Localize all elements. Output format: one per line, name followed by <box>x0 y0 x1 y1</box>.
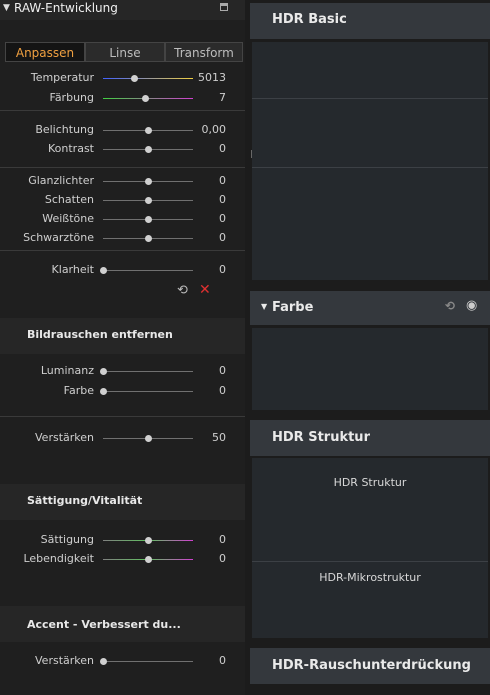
slider-value[interactable]: 50 <box>212 431 226 444</box>
slider-label: Verstärken <box>35 431 94 444</box>
slider-handle[interactable] <box>100 658 107 665</box>
mikrostruktur-subtitle: HDR-Mikrostruktur <box>319 571 421 584</box>
raw-panel-title: RAW-Entwicklung <box>14 1 118 15</box>
slider-value[interactable]: 0 <box>219 654 226 667</box>
farbe-title: Farbe <box>272 300 314 315</box>
hdr-rausch-title: HDR-Rauschunterdrückung <box>272 658 471 673</box>
hdr-basic-title: HDR Basic <box>272 12 347 27</box>
slider-label: Verstärken <box>35 654 94 667</box>
slider-handle[interactable] <box>145 435 152 442</box>
visibility-eye-icon[interactable]: ◉ <box>466 298 477 313</box>
pin-icon[interactable] <box>220 3 228 11</box>
collapse-arrow-icon[interactable]: ▼ <box>3 3 10 13</box>
slider-handle[interactable] <box>142 95 150 102</box>
farbe-header[interactable]: ▼ Farbe ⟲ ◉ <box>250 291 490 325</box>
delete-icon[interactable]: ✕ <box>199 282 211 298</box>
farbe-reset-icon[interactable]: ⟲ <box>445 299 455 313</box>
hdr-struktur-header[interactable]: HDR Struktur <box>250 420 490 456</box>
noise-section-header[interactable]: Bildrauschen entfernen <box>0 318 245 354</box>
slider-handle[interactable] <box>145 556 152 563</box>
farbe-arrow-icon[interactable]: ▼ <box>261 302 267 311</box>
accent-section-header[interactable]: Accent - Verbessert du... <box>0 606 245 642</box>
hdr-basic-body <box>252 42 488 280</box>
noise-title: Bildrauschen entfernen <box>27 328 173 341</box>
saturation-title: Sättigung/Vitalität <box>27 494 143 507</box>
hdr-struktur-title: HDR Struktur <box>272 430 370 445</box>
hdr-rausch-header[interactable]: HDR-Rauschunterdrückung <box>250 648 490 684</box>
reset-icon[interactable]: ⟲ <box>177 283 188 298</box>
accent-title: Accent - Verbessert du... <box>27 618 181 631</box>
raw-panel-header[interactable]: ▼ RAW-Entwicklung <box>0 0 245 20</box>
slider-track[interactable] <box>103 661 193 662</box>
hdr-basic-header[interactable]: HDR Basic <box>250 3 490 39</box>
farbe-body <box>252 328 488 410</box>
struktur-subtitle: HDR Struktur <box>333 476 407 489</box>
saturation-section-header[interactable]: Sättigung/Vitalität <box>0 484 245 520</box>
